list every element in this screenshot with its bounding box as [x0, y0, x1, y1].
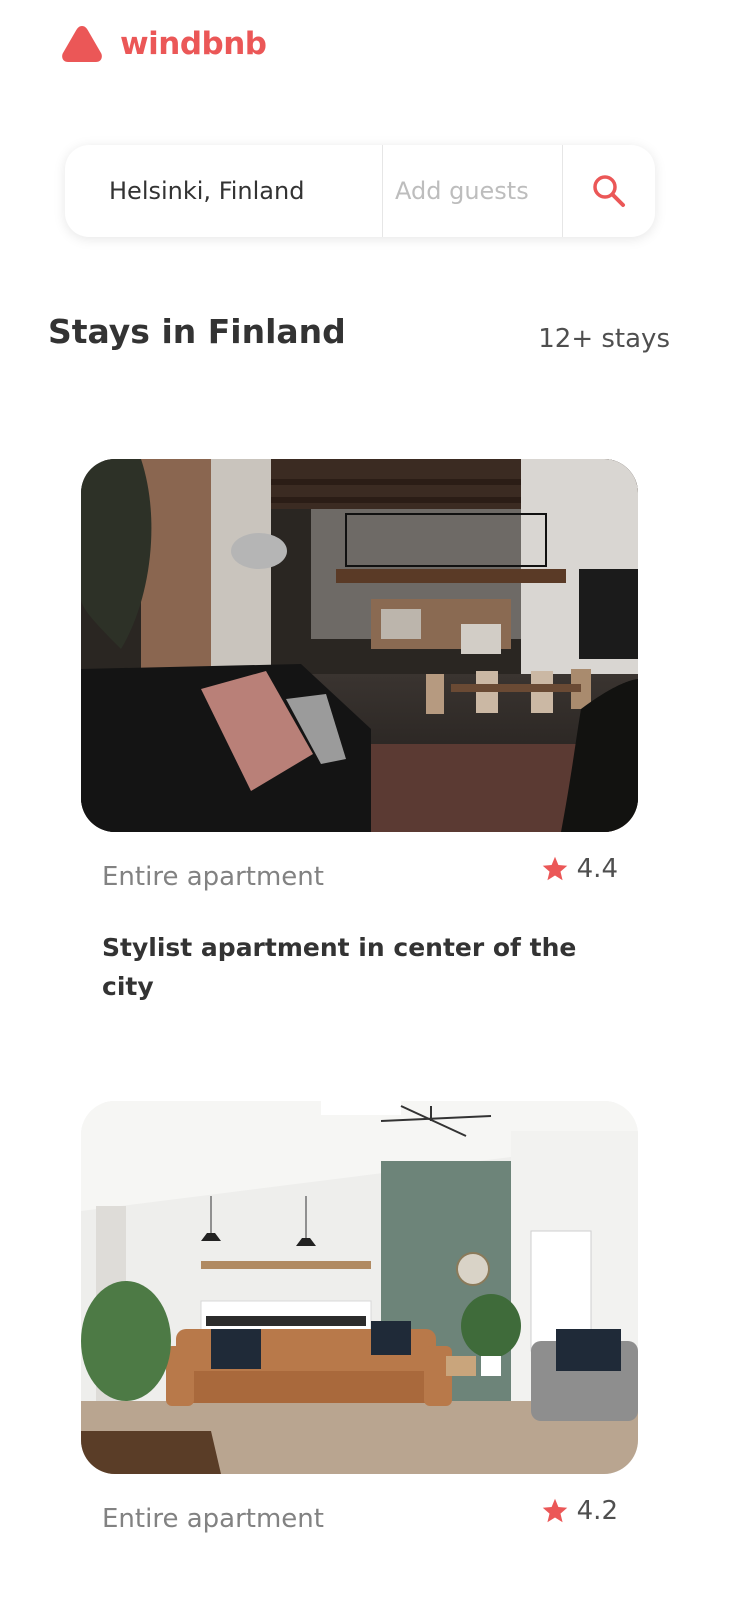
stay-meta: Entire apartment 4.4 — [81, 854, 638, 904]
stays-count: 12+ stays — [538, 324, 670, 354]
stay-meta: Entire apartment 4.2 — [81, 1496, 638, 1546]
logo-text: windbnb — [120, 26, 267, 62]
stay-rating: 4.2 — [541, 1496, 618, 1526]
location-field[interactable]: Helsinki, Finland — [65, 145, 383, 237]
search-button[interactable] — [563, 145, 655, 237]
stay-rating: 4.4 — [541, 854, 618, 884]
logo-icon — [62, 26, 102, 62]
guests-field[interactable]: Add guests — [383, 145, 563, 237]
search-bar: Helsinki, Finland Add guests — [65, 145, 655, 237]
star-icon — [542, 1498, 567, 1523]
search-icon — [593, 175, 625, 207]
rating-value: 4.4 — [576, 854, 618, 884]
rating-value: 4.2 — [576, 1496, 618, 1526]
stay-type: Entire apartment — [102, 862, 324, 892]
stay-card[interactable]: Entire apartment 4.2 — [81, 1101, 638, 1546]
stay-photo[interactable] — [81, 459, 638, 832]
page-title: Stays in Finland — [48, 312, 346, 351]
stay-card[interactable]: Entire apartment 4.4 Stylist apartment i… — [81, 459, 638, 1006]
stay-type: Entire apartment — [102, 1504, 324, 1534]
stay-title[interactable]: Stylist apartment in center of the city — [102, 928, 602, 1006]
stay-photo[interactable] — [81, 1101, 638, 1474]
star-icon — [542, 856, 567, 881]
logo[interactable]: windbnb — [60, 24, 267, 64]
page: windbnb Helsinki, Finland Add guests Sta… — [0, 0, 730, 1604]
